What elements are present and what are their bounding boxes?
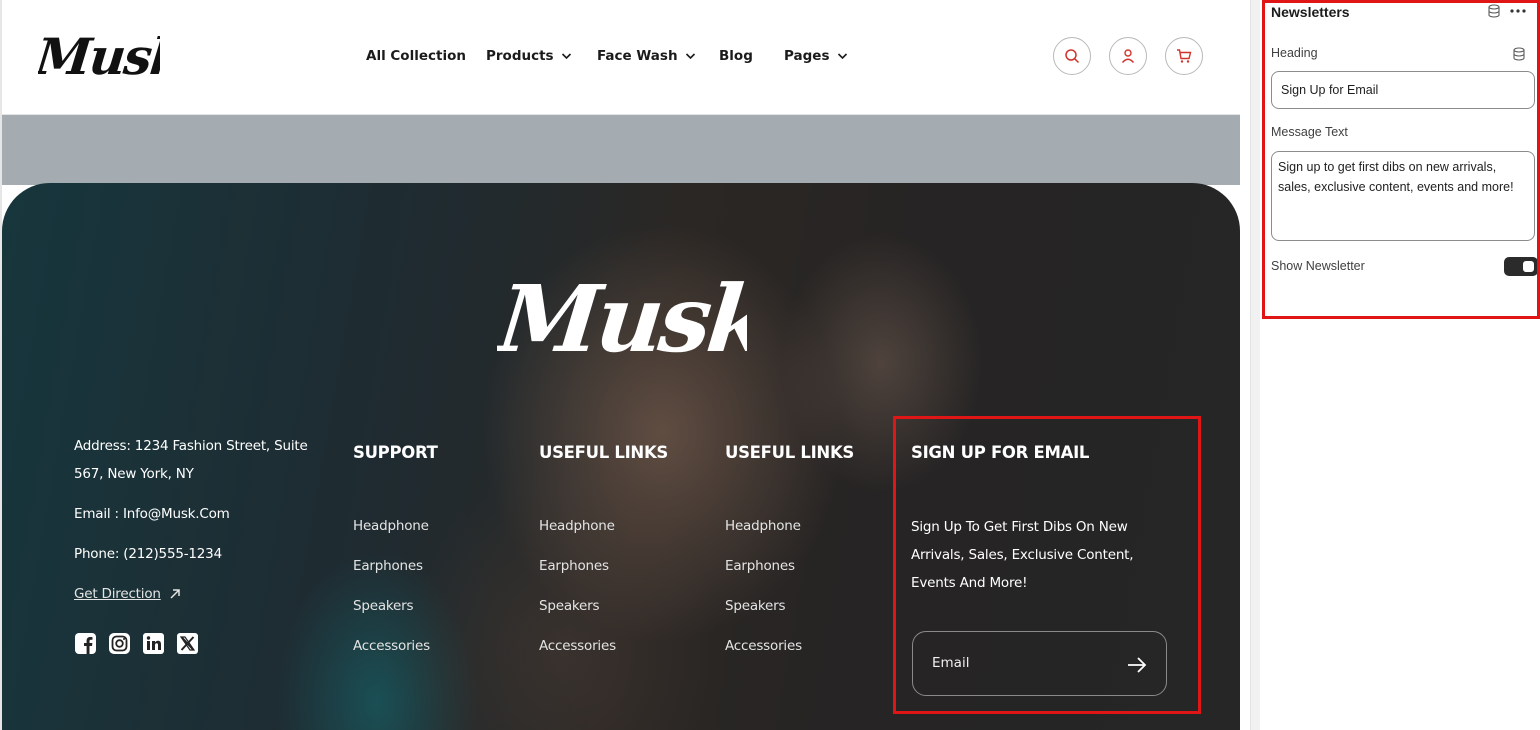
x-icon[interactable]: [176, 632, 199, 655]
nav-pages[interactable]: Pages: [784, 48, 848, 64]
useful-link-accessories[interactable]: Accessories: [539, 638, 616, 654]
user-icon: [1121, 49, 1135, 63]
useful-links-title: USEFUL LINKS: [539, 443, 669, 462]
site-header: Musk All Collection Products Face Wash B…: [2, 0, 1240, 115]
search-button[interactable]: [1053, 37, 1091, 75]
arrow-up-right-icon: [170, 589, 180, 599]
support-link-speakers[interactable]: Speakers: [353, 598, 414, 614]
signup-title: SIGN UP FOR EMAIL: [911, 443, 1090, 462]
nav-blog[interactable]: Blog: [719, 48, 753, 64]
panel-title: Newsletters: [1271, 4, 1350, 20]
message-label: Message Text: [1271, 125, 1348, 139]
nav-face-wash[interactable]: Face Wash: [597, 48, 696, 64]
svg-text:Musk: Musk: [38, 27, 160, 86]
useful-links-title-2: USEFUL LINKS: [725, 443, 855, 462]
newsletter-email-field[interactable]: Email: [912, 631, 1167, 696]
support-link-headphone[interactable]: Headphone: [353, 518, 429, 534]
nav-label: All Collection: [366, 48, 466, 64]
panel-divider[interactable]: [1250, 0, 1260, 730]
musk-logo[interactable]: Musk: [38, 22, 160, 86]
hero-section: [2, 115, 1240, 185]
email-placeholder: Email: [932, 655, 970, 671]
settings-panel: Newsletters Heading Message Text Sign up…: [1260, 0, 1540, 730]
more-options-icon[interactable]: [1509, 6, 1527, 16]
footer-phone: Phone: (212)555-1234: [74, 546, 222, 562]
chevron-down-icon: [561, 53, 571, 60]
useful-link-earphones[interactable]: Earphones: [539, 558, 609, 574]
database-icon[interactable]: [1487, 4, 1501, 18]
useful-link-earphones-2[interactable]: Earphones: [725, 558, 795, 574]
nav-label: Blog: [719, 48, 753, 64]
useful-link-headphone[interactable]: Headphone: [539, 518, 615, 534]
useful-link-headphone-2[interactable]: Headphone: [725, 518, 801, 534]
show-newsletter-label: Show Newsletter: [1271, 259, 1365, 273]
get-direction-link[interactable]: Get Direction: [74, 586, 181, 602]
show-newsletter-toggle[interactable]: [1504, 257, 1538, 276]
nav-all-collection[interactable]: All Collection: [366, 48, 466, 64]
search-icon: [1065, 49, 1080, 64]
linkedin-icon[interactable]: [142, 632, 165, 655]
chevron-down-icon: [685, 53, 695, 60]
heading-input[interactable]: [1271, 71, 1535, 109]
facebook-icon[interactable]: [74, 632, 97, 655]
chevron-down-icon: [837, 53, 847, 60]
signup-message: Sign Up To Get First Dibs On New Arrival…: [911, 519, 1134, 591]
useful-link-accessories-2[interactable]: Accessories: [725, 638, 802, 654]
account-button[interactable]: [1109, 37, 1147, 75]
nav-label: Pages: [784, 48, 830, 64]
footer-address: Address: 1234 Fashion Street, Suite 567,…: [74, 438, 308, 482]
cart-icon: [1177, 49, 1192, 63]
editor-window: Musk All Collection Products Face Wash B…: [0, 0, 1540, 730]
support-link-accessories[interactable]: Accessories: [353, 638, 430, 654]
svg-text:Musk: Musk: [497, 264, 747, 373]
footer-musk-logo: Musk: [497, 264, 747, 373]
database-icon[interactable]: [1512, 47, 1526, 61]
useful-link-speakers-2[interactable]: Speakers: [725, 598, 786, 614]
get-direction-label: Get Direction: [74, 586, 161, 602]
toggle-knob: [1523, 261, 1534, 272]
support-link-earphones[interactable]: Earphones: [353, 558, 423, 574]
page-preview: Musk All Collection Products Face Wash B…: [0, 0, 1240, 730]
nav-products[interactable]: Products: [486, 48, 572, 64]
instagram-icon[interactable]: [108, 632, 131, 655]
footer-email: Email : Info@Musk.Com: [74, 506, 230, 522]
heading-label: Heading: [1271, 46, 1318, 60]
arrow-right-icon[interactable]: [1127, 656, 1147, 674]
nav-label: Products: [486, 48, 554, 64]
site-footer: Musk Address: 1234 Fashion Street, Suite…: [2, 183, 1240, 730]
message-textarea[interactable]: Sign up to get first dibs on new arrival…: [1271, 151, 1535, 241]
useful-link-speakers[interactable]: Speakers: [539, 598, 600, 614]
cart-button[interactable]: [1165, 37, 1203, 75]
support-title: SUPPORT: [353, 443, 438, 462]
nav-label: Face Wash: [597, 48, 678, 64]
